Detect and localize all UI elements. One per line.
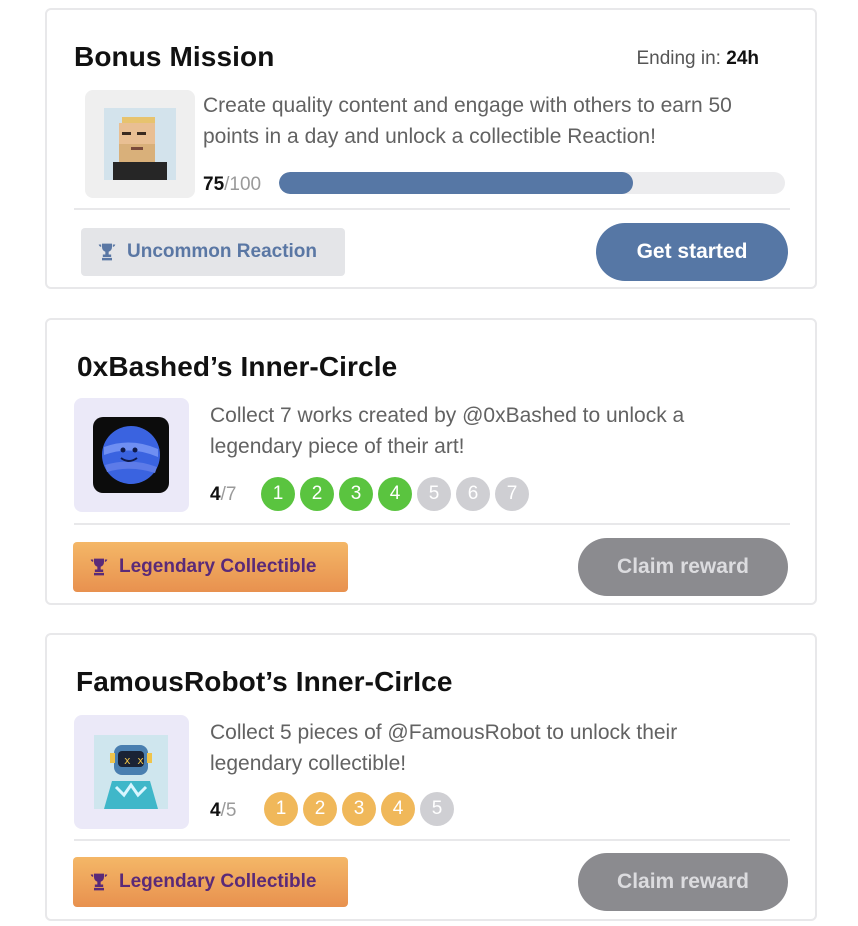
inner-circle-card-0xbashed: 0xBashed’s Inner-Circle Collect 7 works …	[45, 318, 817, 605]
creator-avatar	[74, 398, 189, 512]
reward-tag: Uncommon Reaction	[81, 228, 345, 276]
ending-timer: Ending in: 24h	[636, 48, 759, 70]
bonus-progress-text: 75/100	[203, 174, 261, 196]
step-dot: 2	[303, 792, 337, 826]
inner-circle-progress-text: 4/7	[210, 484, 236, 506]
inner-circle-step-dots: 12345	[264, 792, 454, 826]
inner-circle-progress-current: 4	[210, 800, 221, 821]
step-dot: 1	[261, 477, 295, 511]
inner-circle-divider	[74, 839, 790, 841]
get-started-button[interactable]: Get started	[596, 223, 788, 281]
planet-face-icon	[93, 417, 169, 493]
bonus-progress-fill	[279, 172, 634, 194]
bonus-divider	[74, 208, 790, 210]
creator-avatar: x x	[74, 715, 189, 829]
inner-circle-description: Collect 7 works created by @0xBashed to …	[210, 404, 685, 458]
step-dot: 4	[381, 792, 415, 826]
ending-value: 24h	[726, 48, 759, 69]
reward-tag-label: Legendary Collectible	[119, 871, 317, 892]
ending-label: Ending in:	[636, 48, 721, 69]
reward-tag-label: Legendary Collectible	[119, 556, 317, 577]
claim-reward-button[interactable]: Claim reward	[578, 853, 788, 911]
trophy-icon	[98, 243, 116, 261]
inner-circle-description: Collect 5 pieces of @FamousRobot to unlo…	[210, 721, 678, 775]
step-dot: 5	[420, 792, 454, 826]
bonus-mission-card: Bonus Mission Ending in: 24h Create qual…	[45, 8, 817, 289]
inner-circle-title: FamousRobot’s Inner-CirIce	[76, 666, 453, 697]
bearded-man-avatar-icon	[104, 108, 176, 180]
bonus-progress-bar	[279, 172, 785, 194]
bonus-progress-total: /100	[224, 174, 262, 195]
step-dot: 5	[417, 477, 451, 511]
step-dot: 1	[264, 792, 298, 826]
reward-tag: Legendary Collectible	[73, 542, 348, 592]
step-dot: 3	[342, 792, 376, 826]
inner-circle-card-famousrobot: FamousRobot’s Inner-CirIce x x Collect 5…	[45, 633, 817, 921]
inner-circle-step-dots: 1234567	[261, 477, 529, 511]
step-dot: 6	[456, 477, 490, 511]
robot-avatar-icon: x x	[94, 735, 168, 809]
inner-circle-progress-total: /7	[220, 484, 237, 505]
bonus-mission-title: Bonus Mission	[74, 41, 275, 72]
bonus-description: Create quality content and engage with o…	[203, 94, 732, 148]
bonus-progress-current: 75	[203, 174, 225, 195]
svg-text:x x: x x	[124, 754, 144, 767]
inner-circle-progress-text: 4/5	[210, 800, 236, 822]
reward-tag-label: Uncommon Reaction	[127, 241, 318, 262]
claim-reward-button[interactable]: Claim reward	[578, 538, 788, 596]
reward-tag: Legendary Collectible	[73, 857, 348, 907]
step-dot: 7	[495, 477, 529, 511]
step-dot: 2	[300, 477, 334, 511]
trophy-icon	[90, 558, 108, 576]
step-dot: 3	[339, 477, 373, 511]
inner-circle-title: 0xBashed’s Inner-Circle	[77, 351, 398, 382]
inner-circle-progress-current: 4	[210, 484, 221, 505]
trophy-icon	[90, 873, 108, 891]
bonus-avatar	[85, 90, 195, 198]
inner-circle-progress-total: /5	[220, 800, 237, 821]
inner-circle-divider	[74, 523, 790, 525]
step-dot: 4	[378, 477, 412, 511]
